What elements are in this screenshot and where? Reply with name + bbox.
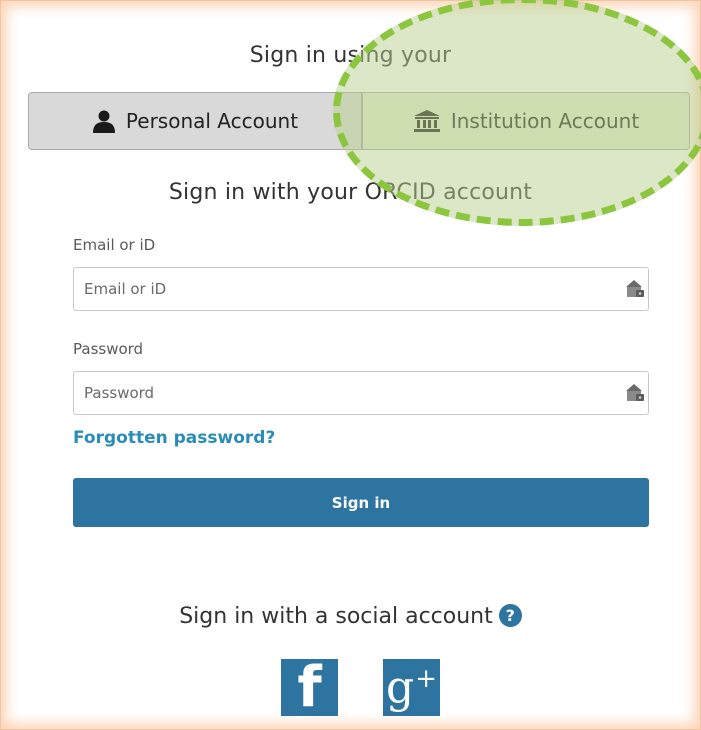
panel-title: Sign in using your <box>249 43 452 68</box>
facebook-icon: f <box>297 659 322 716</box>
social-signin-title: Sign in with a social account <box>179 604 493 629</box>
sign-in-button[interactable]: Sign in <box>73 478 649 527</box>
tab-personal-label: Personal Account <box>125 109 299 133</box>
tab-institution-label: Institution Account <box>450 109 640 133</box>
help-icon[interactable]: ? <box>498 604 522 627</box>
person-icon <box>92 110 115 133</box>
google-plus-sign: + <box>415 663 437 694</box>
password-manager-icon[interactable] <box>625 280 645 298</box>
institution-icon <box>413 110 440 132</box>
google-plus-icon: g <box>386 661 415 713</box>
password-manager-icon[interactable] <box>625 384 645 402</box>
password-field[interactable] <box>73 371 649 415</box>
tab-institution-account[interactable]: Institution Account <box>362 92 690 150</box>
tab-personal-account[interactable]: Personal Account <box>28 92 362 150</box>
email-label: Email or iD <box>73 236 156 254</box>
social-signin-heading: Sign in with a social account? <box>0 604 701 629</box>
orcid-signin-title: Sign in with your ORCID account <box>168 180 533 205</box>
account-type-tabs: Personal Account Institution Account <box>28 92 690 150</box>
password-label: Password <box>73 340 144 358</box>
email-field[interactable] <box>73 267 649 311</box>
facebook-signin-button[interactable]: f <box>281 659 338 716</box>
google-plus-signin-button[interactable]: g + <box>383 659 440 716</box>
forgotten-password-link[interactable]: Forgotten password? <box>73 428 275 448</box>
